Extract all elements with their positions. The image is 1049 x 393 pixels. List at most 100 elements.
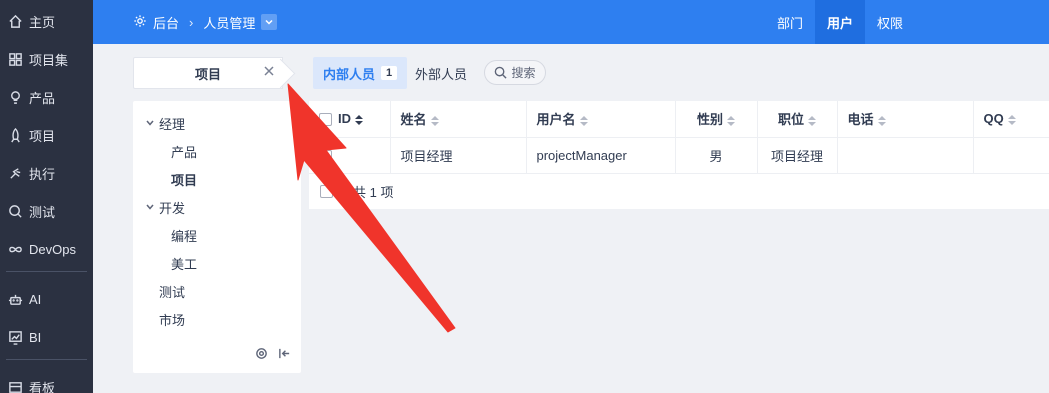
tree-item[interactable]: 美工 bbox=[133, 249, 301, 277]
chevron-down-icon[interactable] bbox=[143, 200, 157, 214]
cell-phone bbox=[837, 137, 974, 174]
cell-username: projectManager bbox=[526, 137, 676, 174]
sidebar-item-bi[interactable]: BI bbox=[0, 318, 93, 356]
sidebar-divider bbox=[6, 359, 87, 360]
sidebar-item-label: 执行 bbox=[29, 166, 56, 182]
home-icon bbox=[7, 13, 23, 29]
sort-icon[interactable] bbox=[355, 114, 363, 125]
select-all-checkbox[interactable] bbox=[319, 113, 332, 127]
column-header-label: ID bbox=[338, 111, 351, 127]
search-label: 搜索 bbox=[511, 66, 536, 80]
column-header-qq[interactable]: QQ bbox=[973, 101, 1049, 138]
sort-icon[interactable] bbox=[430, 115, 439, 126]
tree-item[interactable]: 测试 bbox=[133, 277, 301, 305]
sidebar-item-devops[interactable]: DevOps bbox=[0, 230, 93, 268]
gear-icon bbox=[133, 14, 147, 31]
run-icon bbox=[7, 165, 23, 181]
column-header-gender[interactable]: 性别 bbox=[675, 101, 758, 138]
cell-name: 项目经理 bbox=[390, 137, 527, 174]
tree-toolbar bbox=[255, 347, 291, 363]
tree-item[interactable]: 经理 bbox=[133, 109, 301, 137]
sort-icon[interactable] bbox=[727, 115, 735, 126]
project-filter-select[interactable]: 项目 bbox=[133, 57, 283, 89]
breadcrumb-root[interactable]: 后台 bbox=[153, 13, 179, 32]
tree-item-selected[interactable]: 项目 bbox=[133, 165, 301, 193]
board-icon bbox=[7, 379, 23, 393]
column-header-label: 姓名 bbox=[400, 112, 427, 128]
sidebar-item-board[interactable]: 看板 bbox=[0, 368, 93, 393]
sidebar-item-project[interactable]: 项目 bbox=[0, 116, 93, 154]
sidebar-item-label: 看板 bbox=[29, 380, 56, 393]
tree-item-label: 开发 bbox=[159, 200, 186, 216]
column-header-name[interactable]: 姓名 bbox=[390, 101, 527, 138]
breadcrumb-separator: › bbox=[189, 14, 194, 30]
header-nav: 部门 用户 权限 bbox=[765, 0, 915, 44]
sidebar-item-home[interactable]: 主页 bbox=[0, 2, 93, 40]
sort-icon[interactable] bbox=[877, 115, 886, 126]
column-header-phone[interactable]: 电话 bbox=[837, 101, 974, 138]
table-footer: 共 1 项 bbox=[309, 174, 1049, 210]
sidebar-item-programs[interactable]: 项目集 bbox=[0, 40, 93, 78]
sort-icon[interactable] bbox=[808, 115, 816, 126]
sidebar-item-label: 产品 bbox=[29, 90, 56, 106]
sort-icon[interactable] bbox=[1007, 114, 1016, 125]
chevron-down-icon[interactable] bbox=[143, 116, 157, 130]
column-header-label: QQ bbox=[983, 111, 1004, 127]
robot-icon bbox=[7, 291, 23, 307]
cell-id bbox=[309, 137, 391, 174]
cell-qq bbox=[973, 137, 1049, 174]
column-header-label: 性别 bbox=[696, 112, 723, 128]
total-count-text: 共 1 项 bbox=[353, 185, 394, 200]
user-table: ID 姓名 用户名 性别 职位 电话 QQ 项目经理 projectManage… bbox=[309, 101, 1049, 209]
project-filter-label: 项目 bbox=[194, 66, 221, 82]
collapse-panel-icon[interactable] bbox=[278, 347, 291, 363]
department-tree: 经理 产品 项目 开发 编程 美工 测试 市场 bbox=[133, 101, 301, 373]
tab-external-staff[interactable]: 外部人员 bbox=[415, 57, 467, 89]
rocket-icon bbox=[7, 127, 23, 143]
search-icon bbox=[495, 66, 508, 79]
sidebar-item-ai[interactable]: AI bbox=[0, 280, 93, 318]
sidebar-item-test[interactable]: 测试 bbox=[0, 192, 93, 230]
grid-icon bbox=[7, 51, 23, 67]
sidebar-item-label: 主页 bbox=[29, 14, 56, 30]
tree-item-label: 编程 bbox=[171, 228, 198, 244]
header-nav-users[interactable]: 用户 bbox=[815, 0, 866, 44]
breadcrumb: 后台 › 人员管理 bbox=[93, 13, 278, 32]
infinity-icon bbox=[7, 241, 23, 257]
sidebar-item-execution[interactable]: 执行 bbox=[0, 154, 93, 192]
header-nav-permissions[interactable]: 权限 bbox=[865, 0, 915, 44]
breadcrumb-dropdown-button[interactable] bbox=[261, 14, 278, 30]
table-row[interactable]: 项目经理 projectManager 男 项目经理 bbox=[309, 137, 1049, 174]
footer-select-all-checkbox[interactable] bbox=[320, 185, 333, 198]
sidebar-item-label: 项目集 bbox=[29, 52, 69, 68]
breadcrumb-current: 人员管理 bbox=[203, 15, 256, 31]
tree-item-label: 项目 bbox=[171, 172, 198, 188]
close-icon[interactable] bbox=[263, 65, 279, 81]
column-header-username[interactable]: 用户名 bbox=[526, 101, 676, 138]
main-sidebar: 主页 项目集 产品 项目 执行 测试 DevOps AI BI 看板 bbox=[0, 0, 93, 393]
column-header-id[interactable]: ID bbox=[309, 101, 391, 138]
column-header-label: 用户名 bbox=[536, 112, 576, 128]
tree-item-label: 美工 bbox=[171, 256, 198, 272]
row-checkbox[interactable] bbox=[319, 149, 332, 163]
settings-icon[interactable] bbox=[255, 347, 268, 363]
search-button[interactable]: 搜索 bbox=[484, 60, 546, 85]
sort-icon[interactable] bbox=[579, 115, 588, 126]
sidebar-item-label: 测试 bbox=[29, 204, 56, 220]
sidebar-item-label: DevOps bbox=[29, 241, 76, 257]
sidebar-item-label: BI bbox=[29, 329, 42, 345]
sidebar-item-label: 项目 bbox=[29, 128, 56, 144]
tree-item[interactable]: 编程 bbox=[133, 221, 301, 249]
tree-item[interactable]: 开发 bbox=[133, 193, 301, 221]
column-header-position[interactable]: 职位 bbox=[757, 101, 838, 138]
tree-item-label: 经理 bbox=[159, 116, 186, 132]
tree-item[interactable]: 市场 bbox=[133, 305, 301, 333]
tree-item[interactable]: 产品 bbox=[133, 137, 301, 165]
tab-internal-staff[interactable]: 内部人员 1 bbox=[313, 57, 408, 89]
tab-external-label: 外部人员 bbox=[415, 66, 468, 82]
tree-item-label: 市场 bbox=[159, 312, 186, 328]
test-search-icon bbox=[7, 203, 23, 219]
header-nav-department[interactable]: 部门 bbox=[765, 0, 815, 44]
sidebar-item-product[interactable]: 产品 bbox=[0, 78, 93, 116]
cell-gender: 男 bbox=[675, 137, 758, 174]
